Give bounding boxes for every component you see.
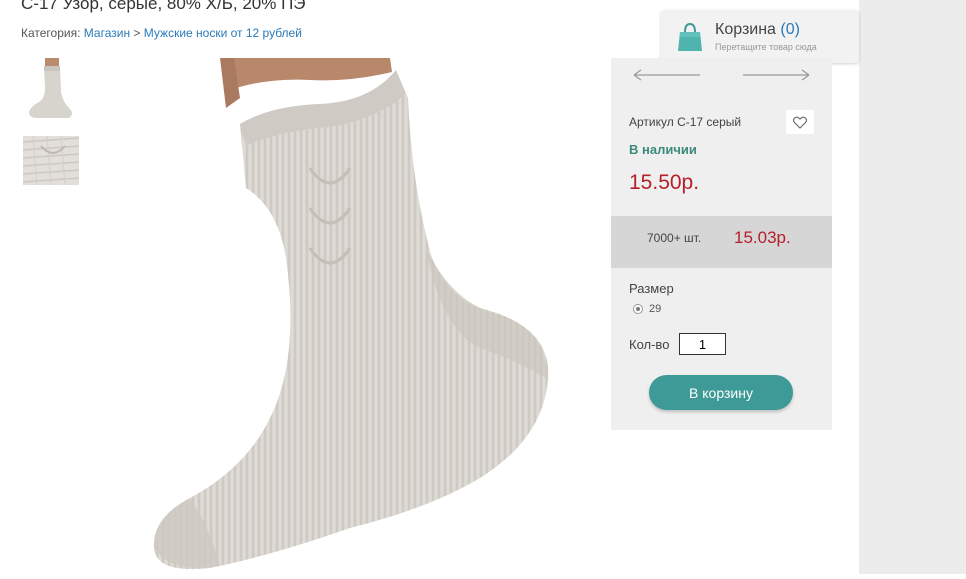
- arrow-right-icon[interactable]: [742, 68, 810, 82]
- quantity-input[interactable]: [679, 333, 726, 355]
- radio-selected-dot: [636, 307, 640, 311]
- product-price: 15.50р.: [629, 171, 700, 194]
- quantity-label: Кол-во: [629, 337, 670, 352]
- size-option-29[interactable]: 29: [633, 303, 661, 315]
- sock-thumbnail-image: [29, 58, 72, 118]
- breadcrumb-link-category[interactable]: Мужские носки от 12 рублей: [144, 26, 302, 40]
- purchase-panel: Артикул С-17 серый В наличии 15.50р. 700…: [611, 58, 832, 430]
- breadcrumb: Категория: Магазин > Мужские носки от 12…: [21, 26, 302, 40]
- cart-count: (0): [780, 21, 800, 38]
- size-option-label: 29: [649, 303, 662, 315]
- wholesale-quantity: 7000+ шт.: [647, 231, 702, 245]
- add-to-cart-button[interactable]: В корзину: [649, 375, 793, 410]
- add-to-favorites-button[interactable]: [786, 110, 814, 134]
- size-radio[interactable]: [633, 304, 643, 314]
- arrow-left-icon[interactable]: [633, 68, 701, 82]
- wholesale-price: 15.03р.: [734, 228, 791, 247]
- wholesale-price-row: 7000+ шт. 15.03р.: [611, 216, 832, 268]
- breadcrumb-separator: >: [133, 26, 141, 40]
- cart-widget[interactable]: Корзина (0) Перетащите товар сюда: [661, 10, 859, 63]
- sock-image: [153, 58, 549, 570]
- breadcrumb-prefix: Категория:: [21, 26, 81, 40]
- product-sku: Артикул С-17 серый: [629, 115, 742, 129]
- product-thumbnail-1[interactable]: [23, 58, 79, 122]
- cart-label: Корзина: [715, 21, 776, 38]
- product-thumbnail-2[interactable]: [22, 135, 80, 186]
- fabric-detail-thumbnail-image: [22, 135, 80, 186]
- size-label: Размер: [629, 281, 674, 296]
- page-title: С-17 Узор, серые, 80% Х/Б, 20% ПЭ: [21, 0, 306, 13]
- cart-title: Корзина (0): [715, 21, 800, 39]
- product-main-image: [150, 58, 590, 574]
- shopping-bag-icon: [678, 22, 702, 51]
- cart-drop-hint: Перетащите товар сюда: [715, 42, 817, 52]
- page-right-gutter: [859, 0, 966, 574]
- heart-icon: [793, 116, 807, 129]
- availability-status: В наличии: [629, 142, 697, 157]
- breadcrumb-link-shop[interactable]: Магазин: [84, 26, 130, 40]
